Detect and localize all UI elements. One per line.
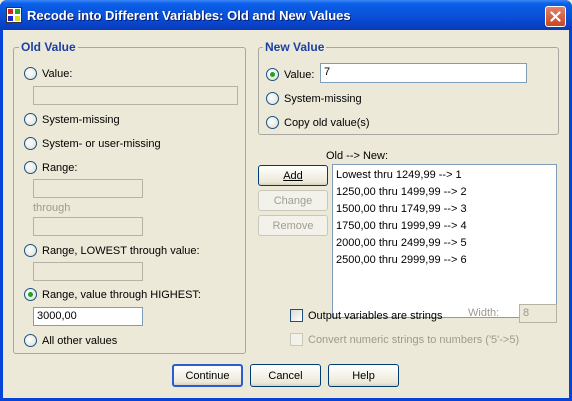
old-range-highest-radio[interactable]: Range, value through HIGHEST: bbox=[24, 288, 201, 301]
close-icon bbox=[550, 11, 561, 22]
radio-button[interactable] bbox=[24, 137, 37, 150]
checkbox[interactable] bbox=[290, 333, 303, 346]
radio-button[interactable] bbox=[24, 67, 37, 80]
list-item[interactable]: 1250,00 thru 1499,99 --> 2 bbox=[336, 184, 553, 201]
radio-button[interactable] bbox=[24, 244, 37, 257]
help-button[interactable]: Help bbox=[328, 364, 399, 387]
list-item[interactable]: 1750,00 thru 1999,99 --> 4 bbox=[336, 218, 553, 235]
convert-numeric-label: Convert numeric strings to numbers ('5'-… bbox=[308, 333, 520, 346]
range-highest-input[interactable]: 3000,00 bbox=[33, 307, 143, 326]
cancel-button[interactable]: Cancel bbox=[250, 364, 321, 387]
title-bar[interactable]: Recode into Different Variables: Old and… bbox=[0, 0, 572, 30]
output-strings-label: Output variables are strings bbox=[308, 309, 443, 322]
old-range-lowest-label: Range, LOWEST through value: bbox=[42, 244, 200, 257]
checkbox[interactable] bbox=[290, 309, 303, 322]
dialog-body: Old Value Value: System-missing System- … bbox=[3, 30, 569, 398]
new-value-radio[interactable]: Value: bbox=[266, 68, 314, 81]
range-high-input[interactable] bbox=[33, 217, 143, 236]
close-button[interactable] bbox=[545, 6, 566, 27]
old-new-list-label: Old --> New: bbox=[326, 150, 389, 162]
list-item[interactable]: 2000,00 thru 2499,99 --> 5 bbox=[336, 235, 553, 252]
radio-button[interactable] bbox=[266, 92, 279, 105]
range-low-input[interactable] bbox=[33, 179, 143, 198]
old-system-missing-radio[interactable]: System-missing bbox=[24, 113, 120, 126]
old-range-highest-label: Range, value through HIGHEST: bbox=[42, 288, 201, 301]
new-value-radio-label: Value: bbox=[284, 68, 315, 81]
change-button-label: Change bbox=[273, 194, 313, 207]
copy-old-value-radio[interactable]: Copy old value(s) bbox=[266, 116, 370, 129]
old-system-or-user-missing-label: System- or user-missing bbox=[42, 137, 161, 150]
through-label: through bbox=[33, 202, 71, 214]
window-title: Recode into Different Variables: Old and… bbox=[27, 8, 351, 23]
old-all-other-radio[interactable]: All other values bbox=[24, 334, 117, 347]
width-label: Width: bbox=[468, 307, 500, 319]
add-button-label: Add bbox=[283, 169, 303, 182]
output-strings-checkbox[interactable]: Output variables are strings bbox=[290, 309, 443, 322]
old-system-missing-label: System-missing bbox=[42, 113, 120, 126]
old-system-or-user-missing-radio[interactable]: System- or user-missing bbox=[24, 137, 161, 150]
old-range-radio[interactable]: Range: bbox=[24, 161, 77, 174]
continue-button-label: Continue bbox=[185, 369, 230, 382]
copy-old-value-label: Copy old value(s) bbox=[284, 116, 370, 129]
radio-button-selected[interactable] bbox=[24, 288, 37, 301]
old-range-lowest-radio[interactable]: Range, LOWEST through value: bbox=[24, 244, 200, 257]
old-all-other-label: All other values bbox=[42, 334, 118, 347]
convert-numeric-checkbox[interactable]: Convert numeric strings to numbers ('5'-… bbox=[290, 333, 519, 346]
remove-button[interactable]: Remove bbox=[258, 215, 328, 236]
list-item[interactable]: Lowest thru 1249,99 --> 1 bbox=[336, 167, 553, 184]
old-value-radio[interactable]: Value: bbox=[24, 67, 72, 80]
dialog-window: Recode into Different Variables: Old and… bbox=[0, 0, 572, 401]
continue-button[interactable]: Continue bbox=[172, 364, 243, 387]
cancel-button-label: Cancel bbox=[268, 369, 303, 382]
width-input[interactable]: 8 bbox=[519, 304, 557, 323]
old-range-label: Range: bbox=[42, 161, 78, 174]
old-value-group-label: Old Value bbox=[19, 40, 78, 54]
radio-button[interactable] bbox=[24, 161, 37, 174]
list-item[interactable]: 2500,00 thru 2999,99 --> 6 bbox=[336, 252, 553, 269]
list-item[interactable]: 1500,00 thru 1749,99 --> 3 bbox=[336, 201, 553, 218]
radio-button[interactable] bbox=[24, 334, 37, 347]
range-lowest-input[interactable] bbox=[33, 262, 143, 281]
new-system-missing-label: System-missing bbox=[284, 92, 362, 105]
help-button-label: Help bbox=[352, 369, 375, 382]
remove-button-label: Remove bbox=[272, 219, 314, 232]
radio-button[interactable] bbox=[266, 116, 279, 129]
new-value-input[interactable]: 7 bbox=[320, 63, 527, 83]
radio-button[interactable] bbox=[24, 113, 37, 126]
new-system-missing-radio[interactable]: System-missing bbox=[266, 92, 362, 105]
radio-button-selected[interactable] bbox=[266, 68, 279, 81]
change-button[interactable]: Change bbox=[258, 190, 328, 211]
new-value-group-label: New Value bbox=[263, 40, 327, 54]
spss-app-icon bbox=[6, 7, 22, 23]
add-button[interactable]: Add bbox=[258, 165, 328, 186]
old-value-input[interactable] bbox=[33, 86, 238, 105]
old-value-radio-label: Value: bbox=[42, 67, 73, 80]
old-new-list[interactable]: Lowest thru 1249,99 --> 1 1250,00 thru 1… bbox=[332, 164, 557, 318]
